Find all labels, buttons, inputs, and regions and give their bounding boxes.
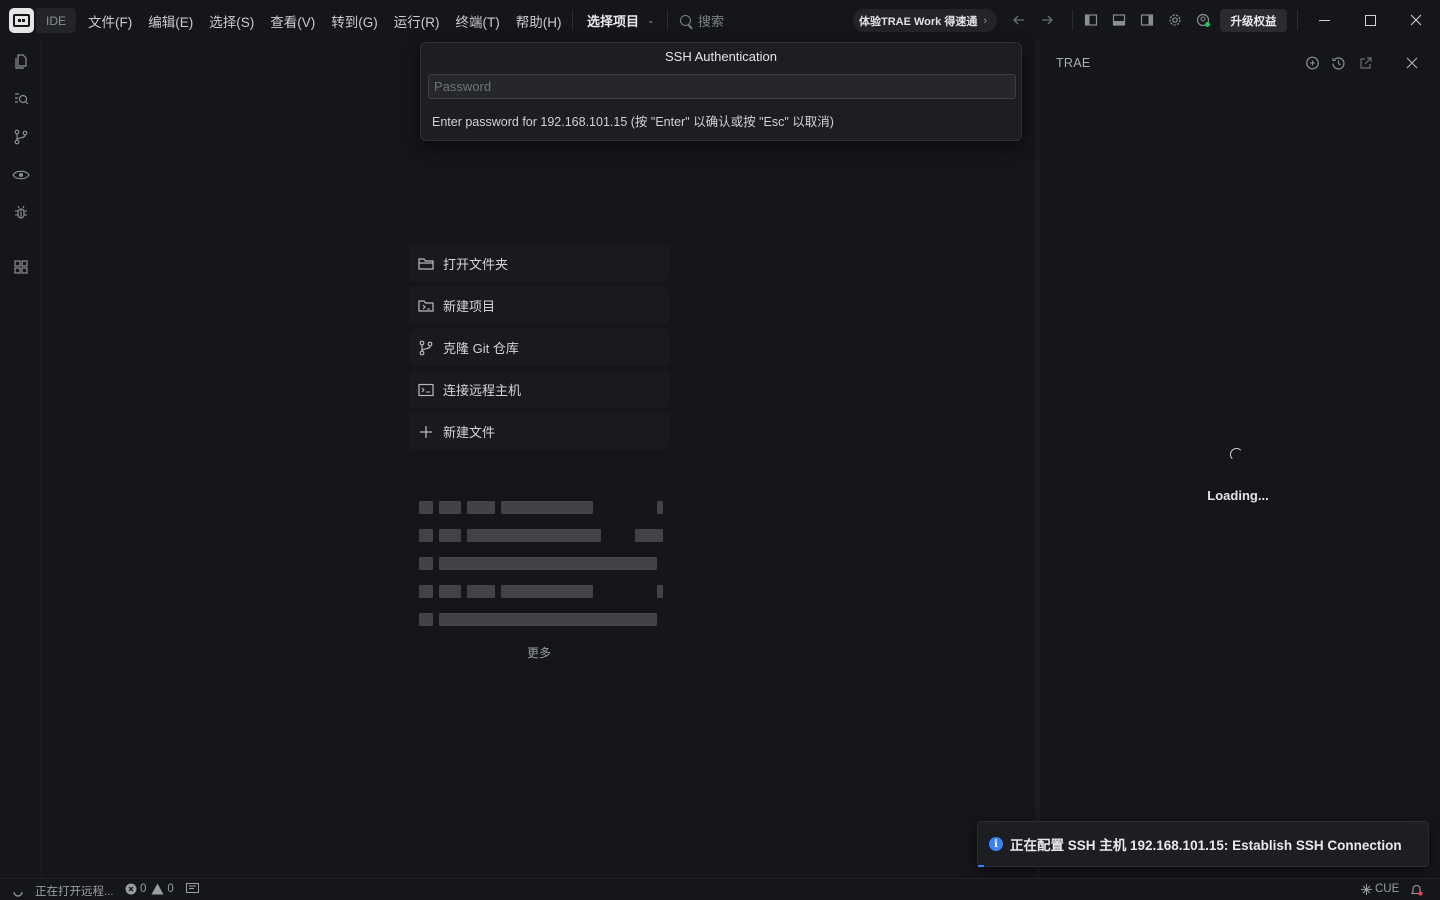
welcome-actions: 打开文件夹 新建项目 克隆 Git 仓库 连接远程主机 新建文件 [409, 245, 669, 455]
menu-run[interactable]: 运行(R) [394, 11, 440, 31]
close-window-icon[interactable] [1393, 0, 1439, 40]
forward-arrow-icon[interactable] [1039, 12, 1055, 28]
explorer-files-icon[interactable] [12, 52, 30, 70]
editor-area [42, 40, 1035, 878]
git-branch-icon [418, 340, 434, 356]
menu-file[interactable]: 文件(F) [88, 11, 132, 31]
source-control-icon[interactable] [12, 128, 30, 146]
open-folder-label: 打开文件夹 [443, 257, 509, 272]
back-arrow-icon[interactable] [1011, 12, 1027, 28]
menu-selection[interactable]: 选择(S) [209, 11, 254, 31]
account-icon[interactable] [1195, 12, 1211, 28]
clone-git-button[interactable]: 克隆 Git 仓库 [409, 329, 669, 366]
ssh-auth-dialog: SSH Authentication Enter password for 19… [420, 42, 1022, 141]
error-count: 0 [140, 883, 147, 895]
language-icon [1361, 883, 1372, 895]
toggle-right-panel-icon[interactable] [1139, 12, 1155, 28]
recent-project-item[interactable] [419, 500, 665, 515]
menu-bar: 文件(F) 编辑(E) 选择(S) 查看(V) 转到(G) 运行(R) 终端(T… [88, 11, 578, 31]
extensions-icon[interactable] [12, 258, 30, 276]
problems-status[interactable]: 0 0 [125, 883, 174, 895]
menu-view[interactable]: 查看(V) [270, 11, 315, 31]
remote-status-label: 正在打开远程... [35, 886, 114, 898]
toggle-bottom-panel-icon[interactable] [1111, 12, 1127, 28]
notification-progress [978, 865, 984, 867]
promo-banner[interactable]: 体验TRAE Work 得速通 › [853, 9, 998, 32]
separator [1297, 10, 1298, 30]
chevron-down-icon: ⌄ [647, 15, 655, 25]
info-icon: i [989, 837, 1003, 851]
trae-side-panel: TRAE Loading... [1040, 40, 1440, 878]
menu-terminal[interactable]: 终端(T) [456, 11, 500, 31]
sync-spinner-icon [13, 891, 23, 897]
error-icon [125, 883, 137, 895]
recent-project-item[interactable] [419, 556, 665, 571]
new-file-label: 新建文件 [443, 425, 496, 440]
password-input[interactable] [428, 74, 1016, 99]
warning-icon [151, 883, 164, 895]
output-icon[interactable] [186, 883, 199, 895]
minimize-icon[interactable] [1301, 0, 1347, 40]
warning-count: 0 [167, 883, 174, 895]
plus-icon [418, 424, 434, 440]
search-label: 搜索 [698, 14, 725, 29]
clone-git-label: 克隆 Git 仓库 [443, 341, 519, 356]
status-bar: 正在打开远程... 0 0 CUE [0, 878, 1440, 900]
dialog-title: SSH Authentication [664, 49, 778, 64]
new-file-button[interactable]: 新建文件 [409, 413, 669, 450]
open-folder-button[interactable]: 打开文件夹 [409, 245, 669, 282]
notifications-bell-icon[interactable] [1410, 883, 1423, 896]
separator [572, 10, 573, 30]
settings-gear-icon[interactable] [1167, 12, 1183, 28]
chevron-right-icon: › [983, 14, 988, 27]
history-icon[interactable] [1330, 55, 1346, 71]
new-project-icon [418, 298, 434, 314]
search-icon[interactable] [12, 90, 30, 108]
upgrade-button[interactable]: 升级权益 [1220, 9, 1287, 32]
open-external-icon[interactable] [1358, 55, 1374, 71]
app-logo-icon[interactable] [9, 8, 34, 33]
new-project-button[interactable]: 新建项目 [409, 287, 669, 324]
ide-mode-tag[interactable]: IDE [36, 8, 76, 33]
more-link[interactable]: 更多 [527, 644, 551, 661]
language-label: CUE [1375, 883, 1400, 895]
menu-edit[interactable]: 编辑(E) [148, 11, 193, 31]
maximize-icon[interactable] [1347, 0, 1393, 40]
loading-text: Loading... [1207, 488, 1269, 503]
connect-remote-button[interactable]: 连接远程主机 [409, 371, 669, 408]
notification-toast[interactable]: i 正在配置 SSH 主机 192.168.101.15: Establish … [977, 821, 1429, 867]
notification-message: 正在配置 SSH 主机 192.168.101.15: Establish SS… [1010, 838, 1402, 853]
separator [1072, 10, 1073, 30]
title-bar: IDE 文件(F) 编辑(E) 选择(S) 查看(V) 转到(G) 运行(R) … [0, 0, 1440, 40]
recent-projects-list [419, 500, 665, 640]
project-select-label: 选择项目 [587, 14, 640, 29]
separator [667, 10, 668, 30]
connect-remote-label: 连接远程主机 [443, 383, 522, 398]
new-project-label: 新建项目 [443, 299, 496, 314]
activity-bar [0, 40, 42, 878]
remote-status[interactable]: 正在打开远程... [12, 883, 114, 899]
debug-bug-icon[interactable] [12, 204, 30, 222]
search-box[interactable]: 搜索 [680, 11, 724, 30]
close-panel-icon[interactable] [1404, 55, 1420, 71]
promo-label: 体验TRAE Work 得速通 [859, 15, 978, 28]
recent-project-item[interactable] [419, 612, 665, 627]
terminal-icon [418, 382, 434, 398]
eye-preview-icon[interactable] [12, 166, 30, 184]
search-icon [680, 15, 691, 26]
menu-help[interactable]: 帮助(H) [516, 11, 562, 31]
panel-title: TRAE [1056, 56, 1091, 70]
menu-go[interactable]: 转到(G) [331, 11, 378, 31]
loading-spinner-icon [1230, 448, 1243, 461]
recent-project-item[interactable] [419, 528, 665, 543]
project-select[interactable]: 选择项目 ⌄ [587, 11, 655, 30]
toggle-left-panel-icon[interactable] [1083, 12, 1099, 28]
recent-project-item[interactable] [419, 584, 665, 599]
dialog-hint: Enter password for 192.168.101.15 (按 "En… [432, 115, 834, 129]
folder-icon [418, 256, 434, 272]
language-mode[interactable]: CUE [1361, 883, 1399, 895]
new-chat-icon[interactable] [1304, 55, 1320, 71]
